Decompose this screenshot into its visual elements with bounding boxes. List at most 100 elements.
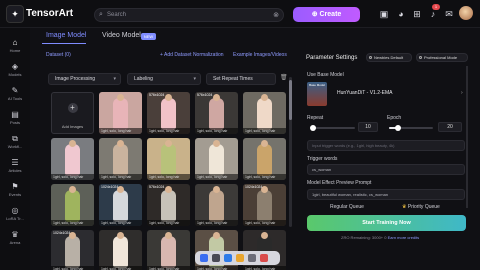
discord-icon[interactable]: ◕ bbox=[395, 8, 407, 20]
mode-pro-toggle[interactable]: Professional Mode bbox=[416, 53, 468, 62]
thumbnail-figure-head bbox=[165, 232, 172, 239]
sidebar-item-posts[interactable]: ▤ Posts bbox=[0, 108, 30, 132]
image-thumbnail[interactable]: 1girl, solo, long hair bbox=[195, 184, 238, 226]
logo-text[interactable]: TensorArt bbox=[26, 8, 73, 19]
add-images-button[interactable]: + Add Images bbox=[51, 92, 94, 134]
image-thumbnail[interactable]: 1girl, solo, long hair bbox=[147, 230, 190, 270]
sidebar-item-home[interactable]: ⌂ Home bbox=[0, 36, 30, 60]
gift-icon[interactable]: ⊞ bbox=[411, 8, 423, 20]
epoch-slider[interactable] bbox=[389, 125, 433, 131]
thumbnail-caption: 1girl, solo, long hair bbox=[147, 266, 190, 270]
panel-scrollbar[interactable] bbox=[466, 66, 468, 208]
sidebar-item-workflow[interactable]: ⧉ Workfl... bbox=[0, 132, 30, 156]
sidebar-item-ai-tools[interactable]: ✎ AI Tools bbox=[0, 84, 30, 108]
mail-icon[interactable]: ✉ bbox=[443, 8, 455, 20]
add-images-label: Add Images bbox=[61, 124, 84, 129]
chevron-right-icon[interactable]: › bbox=[461, 90, 463, 96]
grid-scrollbar-thumb[interactable] bbox=[289, 80, 292, 120]
events-icon: ⚑ bbox=[11, 182, 19, 191]
earn-credits-link[interactable]: Earn more credits bbox=[388, 235, 420, 240]
add-dataset-link[interactable]: + Add Dataset Normalization bbox=[160, 52, 224, 58]
sidebar-item-articles[interactable]: ☰ Articles bbox=[0, 156, 30, 180]
thumbnail-figure-head bbox=[165, 140, 172, 147]
sidebar-item-label: LoRA Tr... bbox=[6, 216, 24, 221]
priority-queue-option[interactable]: ♛ Priority Queue bbox=[402, 204, 440, 210]
search-clear-icon[interactable]: ⊗ bbox=[273, 11, 279, 19]
thumbnail-caption: 1girl, solo, long hair bbox=[243, 220, 286, 226]
regular-queue-option[interactable]: Regular Queue bbox=[330, 204, 364, 210]
settings-icon[interactable] bbox=[248, 254, 256, 262]
taskbar-dock bbox=[195, 251, 280, 265]
image-thumbnail[interactable]: 1girl, solo, long hair bbox=[51, 138, 94, 180]
mode-basic-toggle[interactable]: Newbies Default bbox=[366, 53, 412, 62]
prompt-input[interactable]: Input trigger words (e.g., 1girl, high b… bbox=[307, 140, 465, 151]
image-thumbnail[interactable]: 1girl, solo, long hair bbox=[147, 138, 190, 180]
translate-icon[interactable]: ▣ bbox=[378, 8, 390, 20]
app-icon[interactable] bbox=[212, 254, 220, 262]
sidebar-item-events[interactable]: ⚑ Events bbox=[0, 180, 30, 204]
media-icon[interactable] bbox=[260, 254, 268, 262]
set-repeat-button[interactable]: Set Repeat Times bbox=[206, 73, 276, 85]
thumbnail-figure-head bbox=[261, 94, 268, 101]
thumbnail-caption: 1girl, solo, long hair bbox=[147, 174, 190, 180]
thumbnail-figure-head bbox=[117, 232, 124, 239]
tab-image-model[interactable]: Image Model bbox=[46, 32, 86, 39]
browser-icon[interactable] bbox=[224, 254, 232, 262]
dataset-toolbar: Image Processing ▾ Labeling ▾ Set Repeat… bbox=[38, 73, 288, 86]
image-thumbnail[interactable]: 576x1024 1girl, solo, long hair bbox=[195, 92, 238, 134]
thumbnail-figure-head bbox=[117, 140, 124, 147]
tensorart-logo-icon[interactable]: ✦ bbox=[6, 5, 24, 23]
dataset-row: Dataset (0) + Add Dataset Normalization … bbox=[38, 50, 298, 60]
create-button[interactable]: ⊕ Create bbox=[293, 7, 360, 22]
start-training-button[interactable]: Start Training Now bbox=[307, 215, 466, 231]
image-thumbnail[interactable]: 1girl, solo, long hair bbox=[99, 92, 142, 134]
labeling-dropdown[interactable]: Labeling ▾ bbox=[127, 73, 201, 85]
image-thumbnail[interactable]: 1girl, solo, long hair bbox=[99, 230, 142, 270]
finder-icon[interactable] bbox=[200, 254, 208, 262]
thumbnail-figure bbox=[209, 144, 224, 176]
preview-prompt-input[interactable]: 1girl, beautiful woman, realistic, cs_wo… bbox=[307, 189, 465, 200]
chevron-down-icon: ▾ bbox=[113, 76, 116, 82]
set-repeat-label: Set Repeat Times bbox=[213, 76, 253, 82]
thumbnail-caption: 1girl, solo, long hair bbox=[195, 128, 238, 134]
image-processing-dropdown[interactable]: Image Processing ▾ bbox=[48, 73, 121, 85]
chevron-down-icon: ▾ bbox=[193, 76, 196, 82]
trash-icon[interactable]: 🗑 bbox=[280, 74, 288, 81]
thumbnail-figure-head bbox=[165, 186, 172, 193]
image-thumbnail[interactable]: 1girl, solo, long hair bbox=[243, 92, 286, 134]
thumbnail-figure-head bbox=[165, 94, 172, 101]
image-thumbnail[interactable]: 576x1024 1girl, solo, long hair bbox=[147, 184, 190, 226]
thumbnail-caption: 1girl, solo, long hair bbox=[195, 220, 238, 226]
epoch-slider-knob[interactable] bbox=[394, 125, 401, 131]
image-processing-label: Image Processing bbox=[55, 76, 96, 82]
thumbnail-figure bbox=[161, 190, 176, 222]
radio-icon bbox=[419, 56, 422, 59]
repeat-slider-knob[interactable] bbox=[310, 125, 317, 131]
image-thumbnail[interactable]: 1girl, solo, long hair bbox=[99, 138, 142, 180]
image-thumbnail[interactable]: 1024x1024 1girl, solo, long hair bbox=[243, 184, 286, 226]
image-thumbnail[interactable]: 576x1024 1girl, solo, long hair bbox=[147, 92, 190, 134]
posts-icon: ▤ bbox=[11, 110, 19, 119]
sidebar-item-lora-training[interactable]: ◎ LoRA Tr... bbox=[0, 204, 30, 228]
avatar[interactable] bbox=[459, 6, 473, 20]
image-thumbnail[interactable]: 1girl, solo, long hair bbox=[243, 138, 286, 180]
repeat-slider[interactable] bbox=[310, 125, 355, 131]
search-input[interactable]: ⌕ Search ⊗ bbox=[94, 8, 284, 22]
tab-video-model[interactable]: Video Model bbox=[102, 32, 141, 39]
search-icon: ⌕ bbox=[99, 11, 103, 18]
example-link[interactable]: Example Images/Videos bbox=[233, 52, 287, 58]
image-thumbnail[interactable]: 1girl, solo, long hair bbox=[195, 138, 238, 180]
repeat-value[interactable]: 10 bbox=[358, 122, 378, 132]
thumbnail-figure bbox=[161, 98, 176, 130]
trigger-words-input[interactable]: cs_woman bbox=[307, 164, 465, 175]
thumbnail-caption: 1girl, solo, long hair bbox=[51, 220, 94, 226]
image-thumbnail[interactable]: 1girl, solo, long hair bbox=[51, 184, 94, 226]
base-model-name[interactable]: HunYuanDiT - V1.2-EMA bbox=[337, 90, 393, 96]
sidebar-item-models[interactable]: ◈ Models bbox=[0, 60, 30, 84]
image-thumbnail[interactable]: 1024x1024 1girl, solo, long hair bbox=[99, 184, 142, 226]
epoch-value[interactable]: 20 bbox=[438, 122, 462, 132]
folder-icon[interactable] bbox=[236, 254, 244, 262]
image-thumbnail[interactable]: 1024x1024 1girl, solo, long hair bbox=[51, 230, 94, 270]
sidebar-item-arena[interactable]: ♛ Arena bbox=[0, 228, 30, 252]
base-model-thumbnail[interactable]: Base Model bbox=[307, 82, 327, 106]
